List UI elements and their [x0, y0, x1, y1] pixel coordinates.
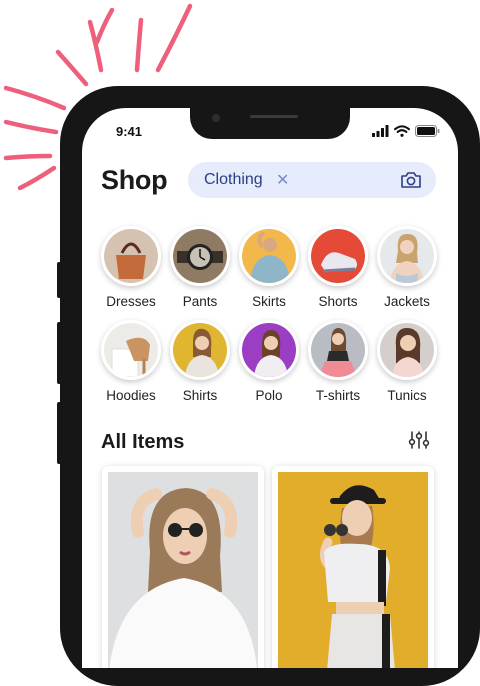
category-photo: [308, 320, 368, 380]
product-photo: [108, 472, 258, 668]
category-skirts[interactable]: Skirts: [233, 226, 305, 309]
product-photo: [278, 472, 428, 668]
category-photo: [101, 226, 161, 286]
search-input[interactable]: Clothing ✕: [188, 162, 436, 198]
status-icons: [372, 124, 440, 138]
battery-icon: [415, 125, 440, 137]
page-title: Shop: [101, 165, 168, 195]
category-label: T-shirts: [315, 388, 361, 403]
category-photo: [170, 320, 230, 380]
category-polo[interactable]: Polo: [233, 320, 305, 403]
category-dresses[interactable]: Dresses: [95, 226, 167, 309]
category-label: Tunics: [387, 388, 427, 403]
category-label: Shorts: [318, 294, 358, 309]
camera-icon[interactable]: [400, 171, 422, 189]
category-shirts[interactable]: Shirts: [164, 320, 236, 403]
speaker-grille: [250, 115, 298, 118]
category-tunics[interactable]: Tunics: [371, 320, 443, 403]
notch: [190, 108, 350, 139]
wifi-icon: [394, 125, 410, 137]
category-label: Jackets: [384, 294, 430, 309]
category-label: Shirts: [182, 388, 218, 403]
phone-screen: 9:41 Shop Clothing ✕ Dresses Pants Skirt…: [82, 108, 458, 668]
search-query: Clothing: [204, 171, 263, 188]
category-photo: [101, 320, 161, 380]
category-photo: [239, 226, 299, 286]
category-pants[interactable]: Pants: [164, 226, 236, 309]
category-label: Dresses: [106, 294, 156, 309]
sliders-icon[interactable]: [408, 430, 430, 450]
category-photo: [239, 320, 299, 380]
category-jackets[interactable]: Jackets: [371, 226, 443, 309]
signal-icon: [372, 125, 389, 137]
category-photo: [377, 226, 437, 286]
category-label: Pants: [182, 294, 218, 309]
category-photo: [377, 320, 437, 380]
front-camera: [212, 114, 220, 122]
category-label: Polo: [255, 388, 283, 403]
status-time: 9:41: [116, 124, 143, 139]
product-card[interactable]: [102, 466, 264, 668]
close-icon[interactable]: ✕: [276, 170, 289, 190]
category-label: Hoodies: [106, 388, 156, 403]
category-photo: [308, 226, 368, 286]
all-items-heading: All Items: [101, 431, 185, 453]
category-label: Skirts: [252, 294, 286, 309]
category-shorts[interactable]: Shorts: [302, 226, 374, 309]
category-t-shirts[interactable]: T-shirts: [302, 320, 374, 403]
category-hoodies[interactable]: Hoodies: [95, 320, 167, 403]
category-photo: [170, 226, 230, 286]
product-card[interactable]: [272, 466, 434, 668]
